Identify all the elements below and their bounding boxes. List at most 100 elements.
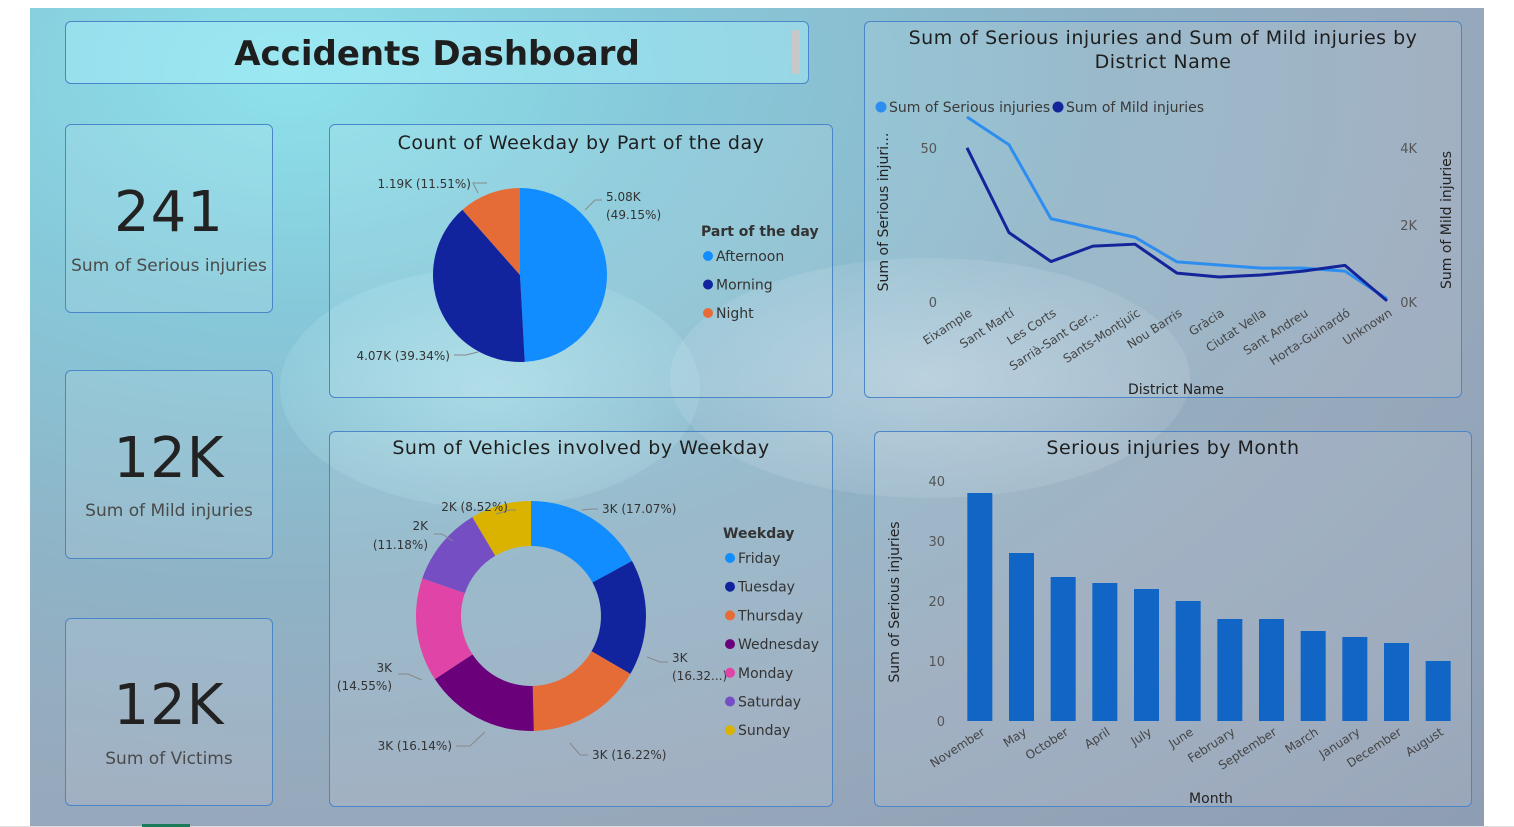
bar <box>1134 589 1159 721</box>
leader-line <box>398 673 423 681</box>
y-axis-title: Sum of Serious injuri... <box>876 133 892 292</box>
legend-title: Part of the day <box>701 224 819 240</box>
bar <box>1092 583 1118 721</box>
x-tick-label: June <box>1165 725 1195 752</box>
x-tick-label: August <box>1403 725 1446 760</box>
y2-axis-title: Sum of Mild injuries <box>1439 151 1455 289</box>
leader-line <box>456 731 486 747</box>
y-tick-label: 0 <box>937 715 945 730</box>
bar <box>1050 577 1076 721</box>
kpi-card-mild-injuries[interactable]: 12K Sum of Mild injuries <box>65 370 273 559</box>
legend-marker <box>703 308 713 318</box>
bar <box>1300 631 1326 721</box>
donut-chart[interactable]: 3K (17.07%) 3K (16.32...) 3K (16.22%) 3K (16… <box>330 432 832 806</box>
data-label: 4.07K (39.34%) <box>356 349 450 363</box>
kpi-label: Sum of Serious injuries <box>71 256 267 276</box>
legend-item: Tuesday <box>737 580 795 596</box>
legend-marker <box>725 553 735 563</box>
y-axis-title: Sum of Serious injuries <box>887 521 903 682</box>
legend-marker <box>725 639 735 650</box>
legend-item: Saturday <box>738 695 801 711</box>
data-label: (11.18%) <box>373 538 428 552</box>
x-axis-title: Month <box>1189 791 1233 806</box>
scroll-handle[interactable] <box>792 30 800 74</box>
kpi-card-serious-injuries[interactable]: 241 Sum of Serious injuries <box>65 124 273 313</box>
bar <box>1217 619 1243 721</box>
data-label: 2K (8.52%) <box>441 500 508 514</box>
data-label: (16.32...) <box>672 669 727 683</box>
x-tick-label: November <box>927 725 987 771</box>
data-label: (49.15%) <box>606 208 661 222</box>
leader-line <box>454 351 479 356</box>
y2-tick-label: 2K <box>1400 219 1417 234</box>
legend-marker <box>703 279 713 290</box>
line-chart[interactable]: Sum of Serious injuries Sum of Mild injur… <box>865 22 1461 397</box>
x-tick-label: March <box>1282 725 1320 757</box>
donut-chart-panel[interactable]: Sum of Vehicles involved by Weekday 3K (… <box>329 431 833 807</box>
data-label: 1.19K (11.51%) <box>377 177 471 191</box>
y2-tick-label: 0K <box>1400 296 1417 311</box>
bar <box>1425 661 1451 721</box>
leader-line <box>581 508 598 511</box>
series-line <box>965 147 1388 302</box>
y2-tick-label: 4K <box>1400 142 1417 157</box>
dashboard-canvas: Accidents Dashboard 241 Sum of Serious i… <box>30 8 1484 826</box>
legend-item: Monday <box>738 666 793 682</box>
kpi-value: 12K <box>113 673 225 738</box>
kpi-label: Sum of Victims <box>105 749 233 769</box>
legend-item: Friday <box>738 551 780 567</box>
title-panel: Accidents Dashboard <box>65 21 809 84</box>
line-chart-panel[interactable]: Sum of Serious injuries and Sum of Mild … <box>864 21 1462 398</box>
bar <box>1342 637 1368 721</box>
legend-item: Sum of Serious injuries <box>889 100 1050 116</box>
dashboard-title: Accidents Dashboard <box>234 34 640 74</box>
legend-item: Night <box>716 306 754 322</box>
data-label: 2K <box>412 519 429 533</box>
pie-chart[interactable]: 5.08K (49.15%) 1.19K (11.51%) 4.07K (39.34%… <box>330 125 832 397</box>
pie-chart-panel[interactable]: Count of Weekday by Part of the day 5.08… <box>329 124 833 398</box>
legend-marker <box>1052 101 1064 113</box>
legend-marker <box>725 610 735 621</box>
pie-slice <box>520 188 608 362</box>
bar-chart[interactable]: 0 10 20 30 40 Sum of Serious injuries Month Nov… <box>875 432 1471 806</box>
legend-item: Sum of Mild injuries <box>1066 100 1204 116</box>
legend-item: Morning <box>716 278 773 294</box>
leader-line <box>569 742 588 756</box>
kpi-card-victims[interactable]: 12K Sum of Victims <box>65 618 273 806</box>
y-tick-label: 20 <box>928 595 945 610</box>
data-label: (14.55%) <box>337 679 392 693</box>
data-label: 3K (16.22%) <box>592 748 666 762</box>
legend-item: Afternoon <box>716 249 784 265</box>
data-label: 3K <box>672 651 689 665</box>
kpi-value: 12K <box>113 426 225 491</box>
legend-item: Thursday <box>737 608 803 624</box>
bar <box>1175 601 1201 721</box>
legend-marker <box>725 696 735 707</box>
x-axis-title: District Name <box>1128 382 1224 397</box>
legend-marker <box>703 251 713 261</box>
legend-marker <box>725 725 735 736</box>
leader-line <box>472 182 487 194</box>
data-label: 5.08K <box>606 190 642 204</box>
legend-title: Weekday <box>723 526 794 542</box>
kpi-value: 241 <box>114 180 224 245</box>
data-label: 3K (17.07%) <box>602 502 676 516</box>
data-label: 3K (16.14%) <box>378 739 452 753</box>
x-tick-label: May <box>1001 725 1029 750</box>
bar-chart-panel[interactable]: Serious injuries by Month 0 10 20 30 40 Sum o… <box>874 431 1472 807</box>
y-tick-label: 30 <box>928 535 945 550</box>
legend-marker <box>875 101 887 113</box>
bar <box>1384 643 1409 721</box>
legend-item: Wednesday <box>738 637 819 653</box>
y-tick-label: 10 <box>928 655 945 670</box>
bar <box>967 493 993 721</box>
leader-line <box>646 656 668 663</box>
leader-line <box>584 199 602 211</box>
y-tick-label: 0 <box>929 296 937 311</box>
y-tick-label: 50 <box>920 142 937 157</box>
bar <box>1009 553 1034 721</box>
bar <box>1259 619 1284 721</box>
x-tick-label: July <box>1128 725 1155 749</box>
legend-marker <box>725 667 735 678</box>
data-label: 3K <box>376 661 393 675</box>
